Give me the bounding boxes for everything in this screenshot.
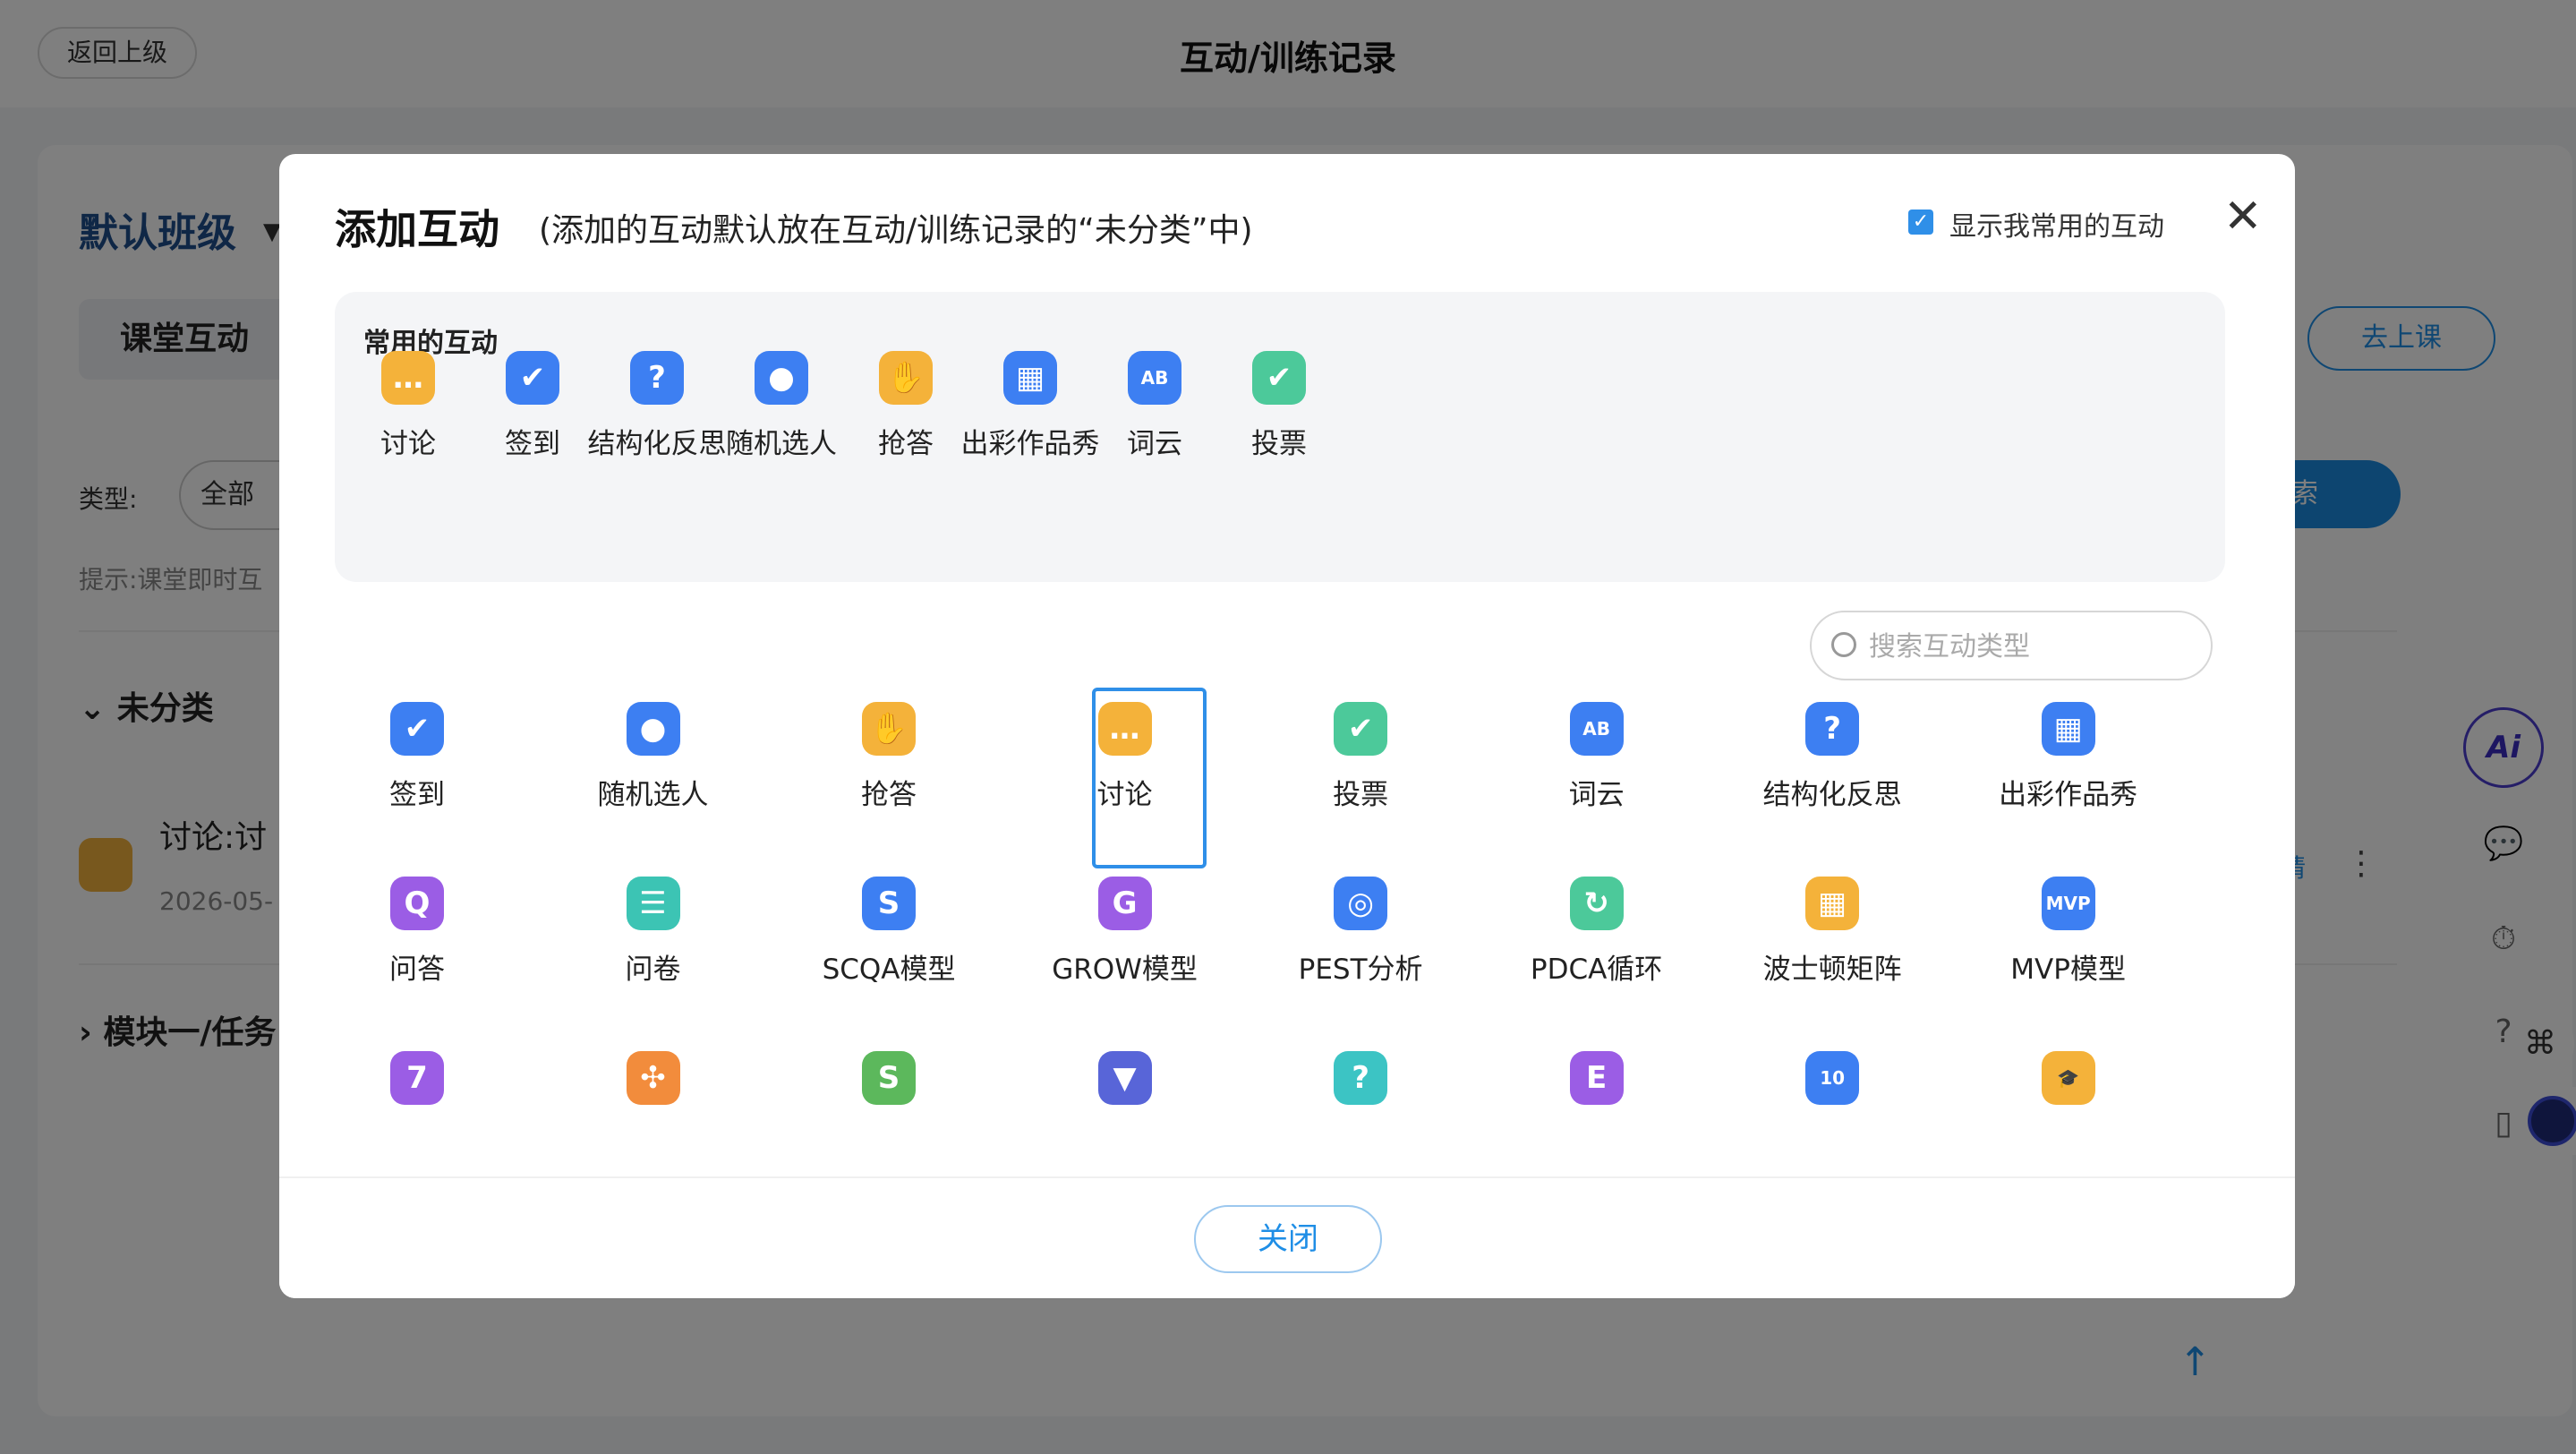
seven-icon: 7 — [390, 1051, 444, 1105]
questionnaire-icon: ☰ — [626, 877, 680, 930]
interaction-item[interactable]: ? — [1262, 1051, 1459, 1121]
interaction-item[interactable]: AB 词云 — [1498, 702, 1695, 812]
interaction-item[interactable]: … 讨论 — [1027, 702, 1224, 812]
interaction-item[interactable]: 10 — [1734, 1051, 1931, 1121]
interaction-label: 结构化反思 — [1762, 779, 1902, 811]
random-person-icon: ● — [755, 351, 808, 405]
interaction-label: 讨论 — [1096, 779, 1153, 811]
gallery-grid-icon: ▦ — [1003, 351, 1057, 405]
close-icon[interactable]: ✕ — [2223, 193, 2263, 240]
interaction-item[interactable]: 🎓 — [1970, 1051, 2167, 1121]
interaction-label: GROW模型 — [1052, 954, 1198, 986]
interaction-item[interactable]: Q 问答 — [319, 877, 516, 987]
funnel-icon: ▼ — [1097, 1051, 1152, 1105]
scqa-icon: S — [862, 877, 917, 930]
raise-hand-icon: ✋ — [879, 351, 933, 405]
interaction-item[interactable]: ▦ 波士顿矩阵 — [1734, 877, 1931, 987]
interaction-item[interactable]: S — [790, 1051, 987, 1121]
interaction-item[interactable]: ✣ — [555, 1051, 752, 1121]
interaction-item[interactable]: ● 随机选人 — [555, 702, 752, 812]
word-cloud-icon: AB — [1569, 702, 1624, 756]
interaction-label: 出彩作品秀 — [1999, 779, 2138, 811]
word-cloud-icon: AB — [1128, 351, 1181, 405]
interaction-item[interactable]: ✋ 抢答 — [790, 702, 987, 812]
vote-check-icon: ✔ — [1334, 702, 1388, 756]
interaction-label: 投票 — [1333, 779, 1389, 811]
interaction-item[interactable]: S SCQA模型 — [790, 877, 987, 987]
interaction-item[interactable]: G GROW模型 — [1027, 877, 1224, 987]
network-icon: ✣ — [626, 1051, 680, 1105]
interaction-item[interactable]: ✔ 投票 — [1262, 702, 1459, 812]
checkin-shield-icon: ✔ — [390, 702, 444, 756]
interaction-item[interactable]: ? 结构化反思 — [1734, 702, 1931, 812]
question-icon: ? — [1805, 702, 1860, 756]
pdca-cycle-icon: ↻ — [1569, 877, 1624, 930]
common-interactions-panel: 常用的互动 … 讨论 ✔ 签到? 结构化反思 ● 随机选人 ✋ 抢答 ▦ 出彩作品秀 AB 词云 ✔ 投票 — [335, 292, 2225, 582]
search-input[interactable] — [1867, 620, 2202, 673]
mvp-icon: MVP — [2041, 877, 2095, 930]
show-common-label[interactable]: 显示我常用的互动 — [1949, 204, 2164, 244]
interaction-item[interactable]: E — [1498, 1051, 1695, 1121]
interaction-label: 签到 — [389, 779, 445, 811]
interaction-label: 投票 — [1251, 428, 1307, 460]
vote-check-icon: ✔ — [1252, 351, 1306, 405]
interaction-label: PEST分析 — [1298, 954, 1423, 986]
interaction-label: MVP模型 — [2010, 954, 2126, 986]
graduation-cap-icon: 🎓 — [2041, 1051, 2095, 1105]
interaction-item[interactable]: 7 — [319, 1051, 516, 1121]
modal-subtitle: (添加的互动默认放在互动/训练记录的“未分类”中) — [539, 212, 1253, 249]
question-teal-icon: ? — [1334, 1051, 1388, 1105]
gallery-grid-icon: ▦ — [2041, 702, 2095, 756]
boston-matrix-icon: ▦ — [1805, 877, 1860, 930]
pentagon-s-icon: S — [862, 1051, 917, 1105]
chat-bubble-icon: … — [1097, 702, 1152, 756]
search-icon — [1831, 632, 1856, 657]
raise-hand-icon: ✋ — [862, 702, 917, 756]
interaction-label: SCQA模型 — [822, 954, 956, 986]
chat-bubble-icon: … — [381, 351, 435, 405]
checkin-shield-icon: ✔ — [506, 351, 559, 405]
interaction-label: PDCA循环 — [1530, 954, 1663, 986]
interaction-item[interactable]: ▼ — [1027, 1051, 1224, 1121]
ten-icon: 10 — [1805, 1051, 1860, 1105]
pest-icon: ◎ — [1334, 877, 1388, 930]
interaction-label: 问卷 — [625, 954, 681, 986]
interaction-item[interactable]: ☰ 问卷 — [555, 877, 752, 987]
interaction-item[interactable]: ↻ PDCA循环 — [1498, 877, 1695, 987]
interaction-item[interactable]: MVP MVP模型 — [1970, 877, 2167, 987]
close-button[interactable]: 关闭 — [1194, 1205, 1382, 1273]
interaction-label: 问答 — [389, 954, 445, 986]
search-interaction-field[interactable] — [1810, 611, 2213, 680]
show-common-checkbox[interactable]: ✓ — [1908, 210, 1933, 235]
question-icon: ? — [630, 351, 684, 405]
interaction-label: 波士顿矩阵 — [1762, 954, 1902, 986]
add-interaction-modal: 添加互动 (添加的互动默认放在互动/训练记录的“未分类”中) ✓ 显示我常用的互… — [279, 154, 2295, 1298]
random-person-icon: ● — [626, 702, 680, 756]
interaction-item[interactable]: ✔ 签到 — [319, 702, 516, 812]
grow-icon: G — [1097, 877, 1152, 930]
interaction-item[interactable]: ◎ PEST分析 — [1262, 877, 1459, 987]
interaction-item[interactable]: ▦ 出彩作品秀 — [1970, 702, 2167, 812]
e-letter-icon: E — [1569, 1051, 1624, 1105]
qa-icon: Q — [390, 877, 444, 930]
interaction-item[interactable]: ✔ 投票 — [1181, 351, 1378, 461]
interaction-label: 词云 — [1568, 779, 1625, 811]
modal-title: 添加互动 — [335, 205, 499, 253]
interaction-label: 随机选人 — [597, 779, 709, 811]
interaction-label: 抢答 — [861, 779, 917, 811]
